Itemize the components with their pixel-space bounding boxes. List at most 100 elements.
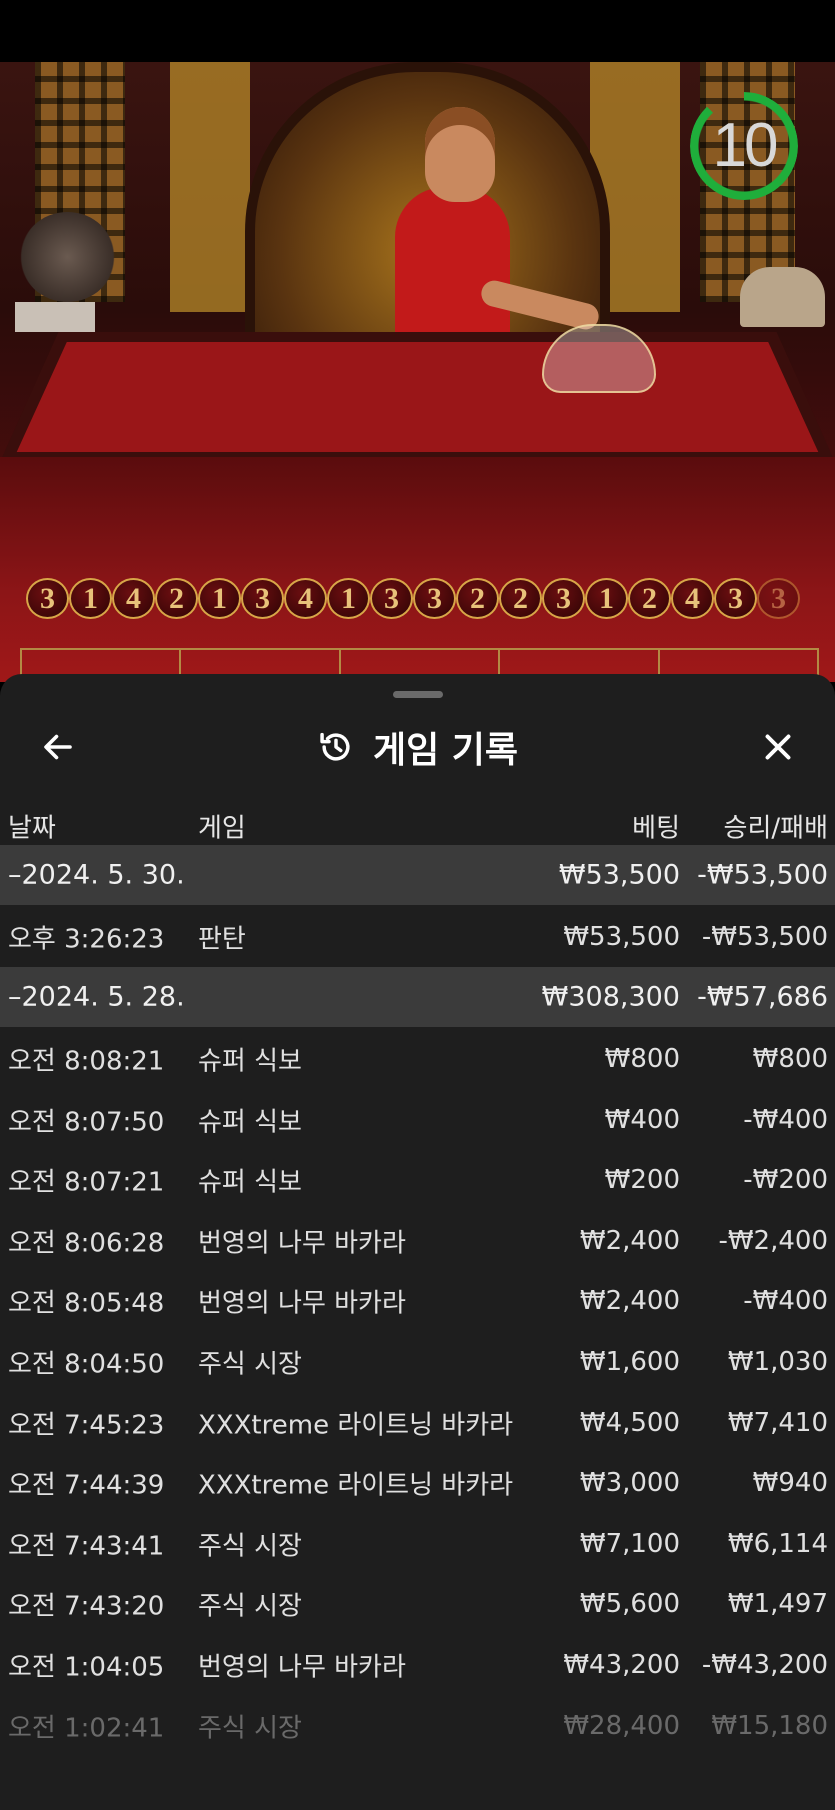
record-game: 번영의 나무 바카라 <box>198 1652 406 1683</box>
group-bet-total: ₩53,500 <box>558 859 680 891</box>
record-bet: ₩43,200 <box>563 1650 680 1680</box>
record-win-loss: -₩43,200 <box>701 1650 828 1680</box>
record-time: 오전 8:07:50 <box>8 1107 165 1138</box>
record-bet: ₩7,100 <box>579 1528 680 1559</box>
record-time: 오전 1:04:05 <box>8 1652 165 1683</box>
history-record-row[interactable]: 오전 7:44:39 XXXtreme 라이트닝 바카라 ₩3,000 ₩940 <box>0 1453 835 1513</box>
game-history-sheet: 게임 기록 날짜 게임 베팅 승리/패배 –2024. 5. 30. ₩53,50… <box>0 674 835 1810</box>
history-record-row[interactable]: 오전 8:05:48 번영의 나무 바카라 ₩2,400 -₩400 <box>0 1271 835 1331</box>
record-win-loss: ₩15,180 <box>711 1710 828 1741</box>
date-group-row[interactable]: –2024. 5. 28. ₩308,300 -₩57,686 <box>0 967 835 1027</box>
roadmap-result: 4 <box>284 578 327 619</box>
roadmap-result: 2 <box>499 578 542 619</box>
close-icon <box>765 734 791 760</box>
record-bet: ₩3,000 <box>579 1468 680 1499</box>
record-win-loss: ₩800 <box>752 1044 828 1074</box>
group-win-loss-total: -₩57,686 <box>697 981 828 1013</box>
record-bet: ₩400 <box>604 1104 680 1135</box>
roadmap-result: 3 <box>757 578 800 619</box>
history-record-row[interactable]: 오전 8:07:50 슈퍼 식보 ₩400 -₩400 <box>0 1090 835 1150</box>
record-game: 슈퍼 식보 <box>198 1167 302 1198</box>
record-game: XXXtreme 라이트닝 바카라 <box>198 1410 514 1441</box>
record-time: 오전 8:07:21 <box>8 1167 165 1198</box>
record-bet: ₩53,500 <box>563 922 680 952</box>
results-roadmap[interactable]: 314213413322312433 <box>26 578 835 630</box>
group-date: –2024. 5. 30. <box>8 859 185 891</box>
record-bet: ₩5,600 <box>579 1589 680 1620</box>
record-game: 번영의 나무 바카라 <box>198 1228 406 1259</box>
history-icon <box>320 732 350 761</box>
record-time: 오전 8:05:48 <box>8 1288 165 1319</box>
roadmap-result: 3 <box>26 578 69 619</box>
record-win-loss: -₩200 <box>743 1165 828 1196</box>
record-bet: ₩2,400 <box>579 1286 680 1317</box>
record-game: 슈퍼 식보 <box>198 1046 302 1077</box>
date-group-row[interactable]: –2024. 5. 30. ₩53,500 -₩53,500 <box>0 845 835 905</box>
back-button[interactable] <box>30 724 86 770</box>
arrow-left-icon <box>44 734 72 760</box>
wall-panel <box>170 62 250 312</box>
record-win-loss: -₩53,500 <box>701 922 828 952</box>
record-win-loss: ₩6,114 <box>727 1528 828 1559</box>
roadmap-result: 1 <box>327 578 370 619</box>
history-record-row[interactable]: 오전 8:04:50 주식 시장 ₩1,600 ₩1,030 <box>0 1332 835 1392</box>
roadmap-result: 1 <box>69 578 112 619</box>
history-record-row[interactable]: 오후 3:26:23 판탄 ₩53,500 -₩53,500 <box>0 907 835 967</box>
status-bar <box>0 0 835 62</box>
record-time: 오전 7:45:23 <box>8 1410 165 1441</box>
roadmap-result: 3 <box>714 578 757 619</box>
group-date: –2024. 5. 28. <box>8 981 185 1013</box>
history-record-row[interactable]: 오전 8:08:21 슈퍼 식보 ₩800 ₩800 <box>0 1029 835 1089</box>
history-record-row[interactable]: 오전 7:43:20 주식 시장 ₩5,600 ₩1,497 <box>0 1574 835 1634</box>
record-time: 오전 7:43:20 <box>8 1591 165 1622</box>
group-bet-total: ₩308,300 <box>541 981 680 1013</box>
record-time: 오전 1:02:41 <box>8 1713 165 1744</box>
record-win-loss: -₩400 <box>743 1286 828 1317</box>
column-game: 게임 <box>198 813 246 844</box>
roadmap-result: 4 <box>112 578 155 619</box>
dealer-head <box>425 107 495 202</box>
history-record-row[interactable]: 오전 8:07:21 슈퍼 식보 ₩200 -₩200 <box>0 1150 835 1210</box>
group-win-loss-total: -₩53,500 <box>697 859 828 891</box>
record-win-loss: ₩940 <box>752 1468 828 1499</box>
bonsai-plant <box>20 212 115 302</box>
countdown-timer: 10 <box>712 111 779 180</box>
roadmap-result: 2 <box>456 578 499 619</box>
history-record-row[interactable]: 오전 8:06:28 번영의 나무 바카라 ₩2,400 -₩2,400 <box>0 1211 835 1271</box>
record-win-loss: -₩400 <box>743 1104 828 1135</box>
dragon-statue <box>740 267 825 327</box>
column-bet: 베팅 <box>632 813 680 844</box>
column-date: 날짜 <box>8 813 56 844</box>
drag-handle[interactable] <box>393 691 443 698</box>
history-record-row[interactable]: 오전 1:02:41 주식 시장 ₩28,400 ₩15,180 <box>0 1696 835 1756</box>
roadmap-result: 1 <box>198 578 241 619</box>
record-game: 번영의 나무 바카라 <box>198 1288 406 1319</box>
record-time: 오후 3:26:23 <box>8 924 165 955</box>
record-bet: ₩1,600 <box>579 1347 680 1377</box>
record-win-loss: ₩7,410 <box>727 1407 828 1438</box>
history-record-row[interactable]: 오전 7:45:23 XXXtreme 라이트닝 바카라 ₩4,500 ₩7,410 <box>0 1393 835 1453</box>
record-bet: ₩800 <box>604 1044 680 1074</box>
record-win-loss: ₩1,497 <box>727 1589 828 1620</box>
roadmap-result: 1 <box>585 578 628 619</box>
column-win-loss: 승리/패배 <box>723 813 828 844</box>
roadmap-result: 4 <box>671 578 714 619</box>
roadmap-result: 3 <box>370 578 413 619</box>
plant-pot <box>15 302 95 332</box>
sheet-header: 게임 기록 <box>0 712 835 782</box>
close-button[interactable] <box>750 724 806 770</box>
record-time: 오전 7:44:39 <box>8 1470 165 1501</box>
record-time: 오전 8:04:50 <box>8 1349 165 1380</box>
record-game: 주식 시장 <box>198 1531 302 1562</box>
roadmap-result: 3 <box>542 578 585 619</box>
record-bet: ₩2,400 <box>579 1225 680 1256</box>
history-record-row[interactable]: 오전 7:43:41 주식 시장 ₩7,100 ₩6,114 <box>0 1514 835 1574</box>
record-time: 오전 8:08:21 <box>8 1046 165 1077</box>
history-record-row[interactable]: 오전 1:04:05 번영의 나무 바카라 ₩43,200 -₩43,200 <box>0 1635 835 1695</box>
record-win-loss: -₩2,400 <box>718 1225 828 1256</box>
record-game: XXXtreme 라이트닝 바카라 <box>198 1470 514 1501</box>
roadmap-result: 3 <box>413 578 456 619</box>
record-bet: ₩28,400 <box>563 1710 680 1741</box>
record-game: 주식 시장 <box>198 1591 302 1622</box>
roadmap-result: 2 <box>628 578 671 619</box>
